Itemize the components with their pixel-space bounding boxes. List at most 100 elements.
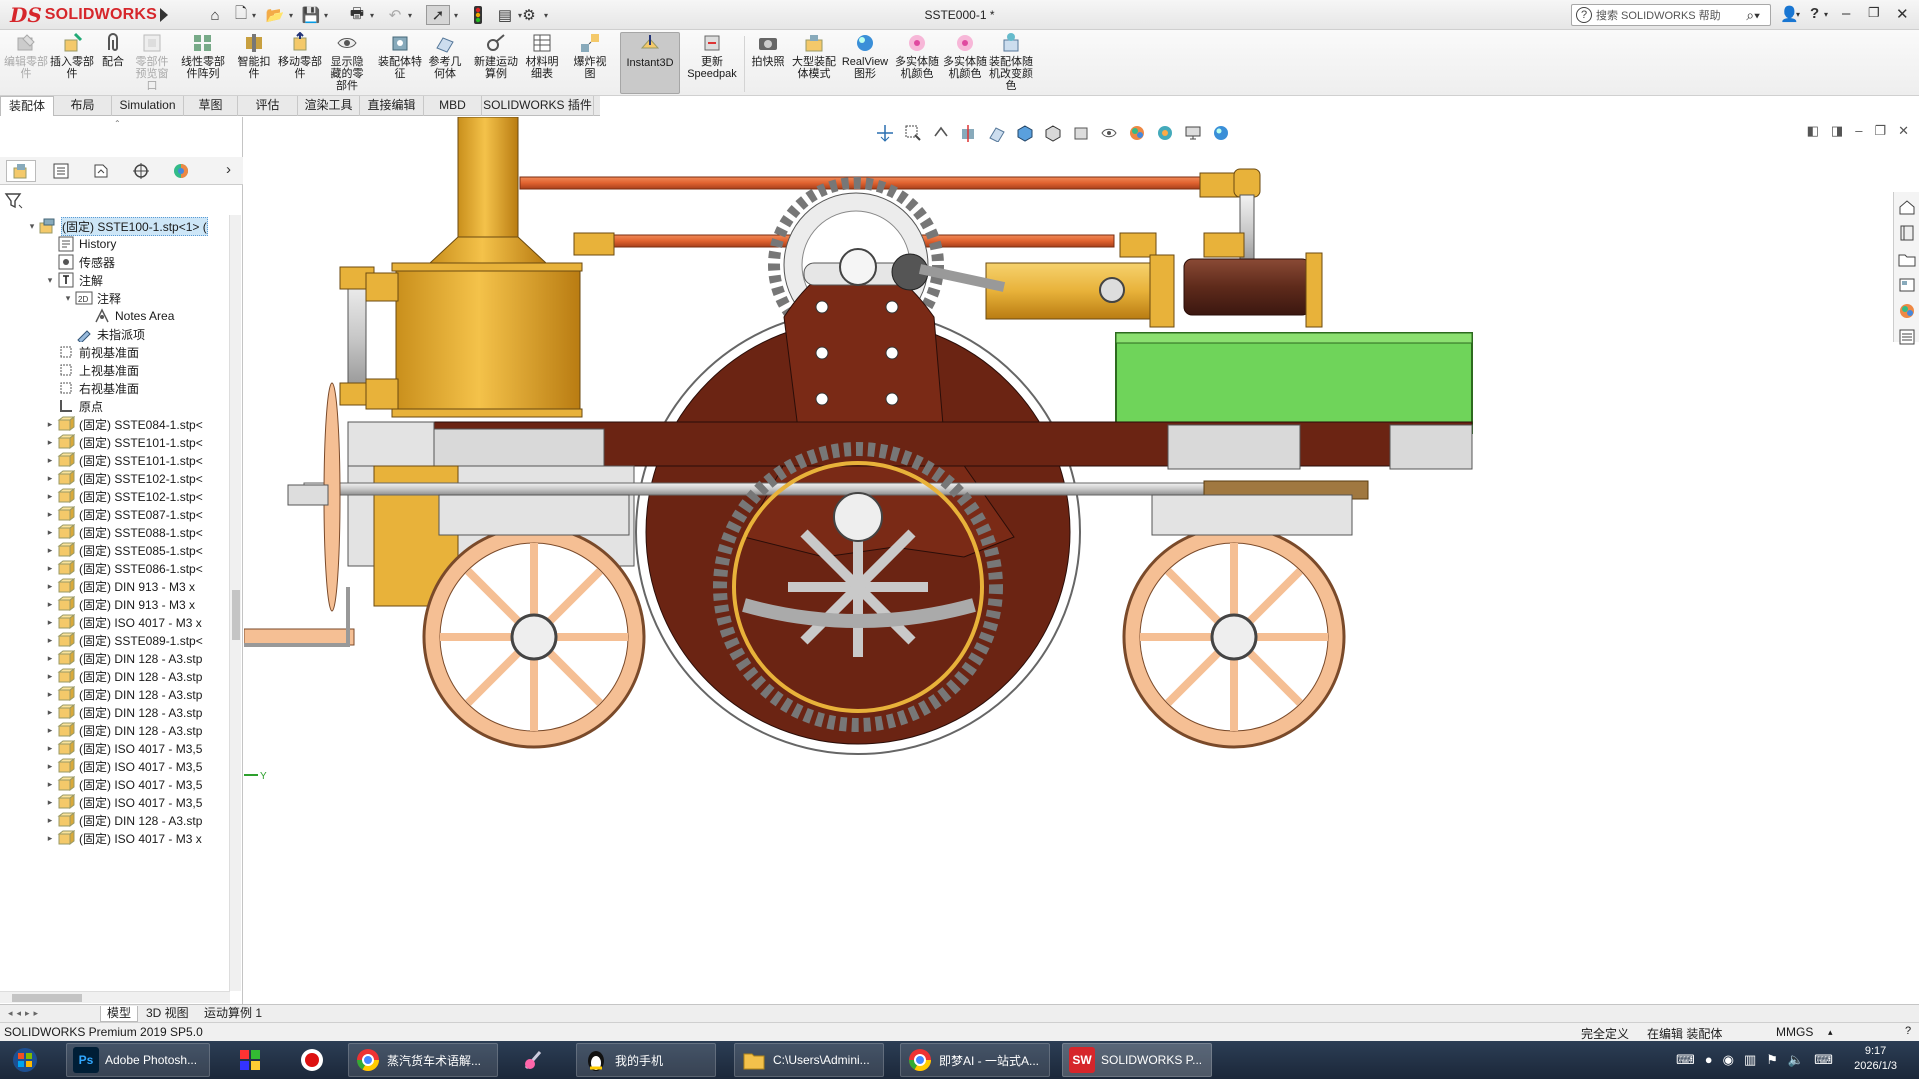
tree-expand-arrow-icon[interactable]: ▸ [44,761,56,772]
tree-expand-arrow-icon[interactable]: ▾ [44,275,56,286]
restore-icon[interactable]: ❐ [1868,5,1880,21]
tab-assembly[interactable]: 装配体 [0,96,54,116]
close-icon[interactable]: ✕ [1896,5,1909,23]
undo-dropdown-icon[interactable]: ▾ [406,5,414,25]
tree-expand-arrow-icon[interactable]: ▸ [44,545,56,556]
tab-motion-study-1[interactable]: 运动算例 1 [198,1006,268,1022]
tree-expand-arrow-icon[interactable]: ▸ [44,437,56,448]
file-properties-icon[interactable]: ▤ [494,5,516,25]
filter-funnel-icon[interactable] [4,191,24,211]
tab-scroll-arrows-icon[interactable]: ◂◂▸▸ [8,1008,42,1019]
tree-expand-arrow-icon[interactable]: ▸ [44,599,56,610]
taskbar-feather-app-icon[interactable] [516,1043,552,1077]
new-dropdown-icon[interactable]: ▾ [250,5,258,25]
tree-expand-arrow-icon[interactable]: ▸ [44,617,56,628]
taskbar-photoshop[interactable]: Ps Adobe Photosh... [66,1043,210,1077]
tree-expand-arrow-icon[interactable]: ▸ [44,671,56,682]
tree-expand-arrow-icon[interactable]: ▸ [44,419,56,430]
show-hidden-components-button[interactable]: 显示隐藏的零部件 [326,32,368,94]
options-gear-icon[interactable]: ⚙ [518,5,540,25]
tree-expand-arrow-icon[interactable]: ▸ [44,653,56,664]
tray-keyboard-icon[interactable]: ⌨ [1676,1052,1695,1068]
propertymanager-tab-icon[interactable] [46,160,76,182]
edit-component-button[interactable]: 编辑零部件 [4,32,48,94]
tree-expand-arrow-icon[interactable]: ▸ [44,707,56,718]
tab-layout[interactable]: 布局 [54,96,112,116]
tab-sketch[interactable]: 草图 [184,96,238,116]
tree-expand-arrow-icon[interactable]: ▸ [44,509,56,520]
reference-geometry-button[interactable]: 参考几何体 [424,32,466,94]
taskbar-colorful-app-icon[interactable] [232,1043,268,1077]
tray-flag-icon[interactable]: ⚑ [1766,1052,1778,1068]
display-manager-tab-icon[interactable] [166,160,196,182]
panel-grip-icon[interactable]: ⌃ [114,119,121,128]
multibody-random-color-button-2[interactable]: 多实体随机颜色 [942,32,988,94]
chevron-right-icon[interactable]: › [226,161,231,178]
search-icon[interactable]: ⌕▾ [1746,7,1760,24]
print-dropdown-icon[interactable]: ▾ [368,5,376,25]
tray-volume-icon[interactable]: 🔈 [1788,1052,1804,1068]
smart-fasteners-button[interactable]: 智能扣件 [234,32,274,94]
minimize-icon[interactable]: – [1842,5,1850,22]
tree-expand-arrow-icon[interactable]: ▸ [44,689,56,700]
large-assembly-mode-button[interactable]: 大型装配体模式 [792,32,836,94]
tree-expand-arrow-icon[interactable]: ▸ [44,779,56,790]
taskbar-record-icon[interactable] [294,1043,330,1077]
undo-icon[interactable]: ↶ [384,5,406,25]
taskbar-browser-steam-truck[interactable]: 蒸汽货车术语解... [348,1043,498,1077]
save-icon[interactable]: 💾 [300,5,322,25]
assembly-random-color-button[interactable]: 装配体随机改变颜色 [988,32,1034,94]
tree-expand-arrow-icon[interactable]: ▸ [44,563,56,574]
traffic-light-icon[interactable] [468,5,488,25]
windows-start-icon[interactable] [4,1043,46,1077]
tree-horizontal-scrollbar[interactable] [0,991,230,1003]
featuremanager-tab-icon[interactable] [6,160,36,182]
taskbar-file-explorer[interactable]: C:\Users\Admini... [734,1043,884,1077]
units-dropdown-icon[interactable]: ▴ [1828,1027,1833,1038]
tray-network-icon[interactable]: ▥ [1744,1052,1756,1068]
take-snapshot-button[interactable]: 拍快照 [748,32,788,94]
graphics-area[interactable]: ◧ ◨ – ❐ ✕ Y [244,117,1919,1010]
bill-of-materials-button[interactable]: 材料明细表 [522,32,562,94]
taskbar-chrome-jimeng[interactable]: 即梦AI - 一站式A... [900,1043,1050,1077]
select-cursor-icon[interactable]: ➚ [426,5,450,25]
tree-component-item[interactable]: ▸ (固定) ISO 4017 - M3 x [0,827,202,849]
multibody-random-color-button[interactable]: 多实体随机颜色 [894,32,940,94]
assembly-features-button[interactable]: 装配体特征 [378,32,422,94]
tab-mbd[interactable]: MBD [424,96,482,116]
status-help-icon[interactable]: ? [1905,1025,1911,1037]
open-dropdown-icon[interactable]: ▾ [287,5,295,25]
tray-qq-icon[interactable]: ● [1705,1052,1713,1068]
horizontal-scroll-thumb[interactable] [12,994,82,1002]
vertical-scroll-thumb[interactable] [232,590,240,640]
open-folder-icon[interactable]: 📂 [264,5,286,25]
help-dropdown-icon[interactable]: ▾ [1824,10,1828,19]
taskbar-qq-my-phone[interactable]: 我的手机 [576,1043,716,1077]
options-dropdown-icon[interactable]: ▾ [542,5,550,25]
tree-expand-arrow-icon[interactable]: ▸ [44,473,56,484]
tree-expand-arrow-icon[interactable]: ▸ [44,527,56,538]
new-document-icon[interactable]: 🗋 [230,5,252,25]
tab-direct-editing[interactable]: 直接编辑 [360,96,424,116]
menu-flyout-arrow-icon[interactable] [160,8,168,22]
update-speedpak-button[interactable]: 更新Speedpak [686,32,738,94]
tab-3d-view[interactable]: 3D 视图 [140,1006,195,1022]
tree-expand-arrow-icon[interactable]: ▾ [62,293,74,304]
help-search-input[interactable]: ? 搜索 SOLIDWORKS 帮助 ⌕▾ [1571,4,1771,26]
print-icon[interactable]: 🖶 [346,5,368,25]
units-selector[interactable]: MMGS [1776,1025,1813,1039]
system-clock[interactable]: 9:17 2026/1/3 [1854,1044,1897,1074]
tray-input-icon[interactable]: ⌨ [1814,1052,1833,1068]
tree-expand-arrow-icon[interactable]: ▸ [44,833,56,844]
component-preview-window-button[interactable]: 零部件预览窗口 [132,32,172,94]
mate-button[interactable]: 配合 [96,32,130,94]
tab-render-tools[interactable]: 渲染工具 [298,96,360,116]
tree-collapse-arrow-icon[interactable]: ▾ [26,221,38,232]
tab-solidworks-addins[interactable]: SOLIDWORKS 插件 [482,96,594,116]
user-dropdown-icon[interactable]: ▾ [1796,10,1800,19]
tab-simulation[interactable]: Simulation [112,96,184,116]
select-dropdown-icon[interactable]: ▾ [452,5,460,25]
tree-expand-arrow-icon[interactable]: ▸ [44,491,56,502]
help-icon[interactable]: ? [1810,5,1819,22]
configurationmanager-tab-icon[interactable] [86,160,116,182]
